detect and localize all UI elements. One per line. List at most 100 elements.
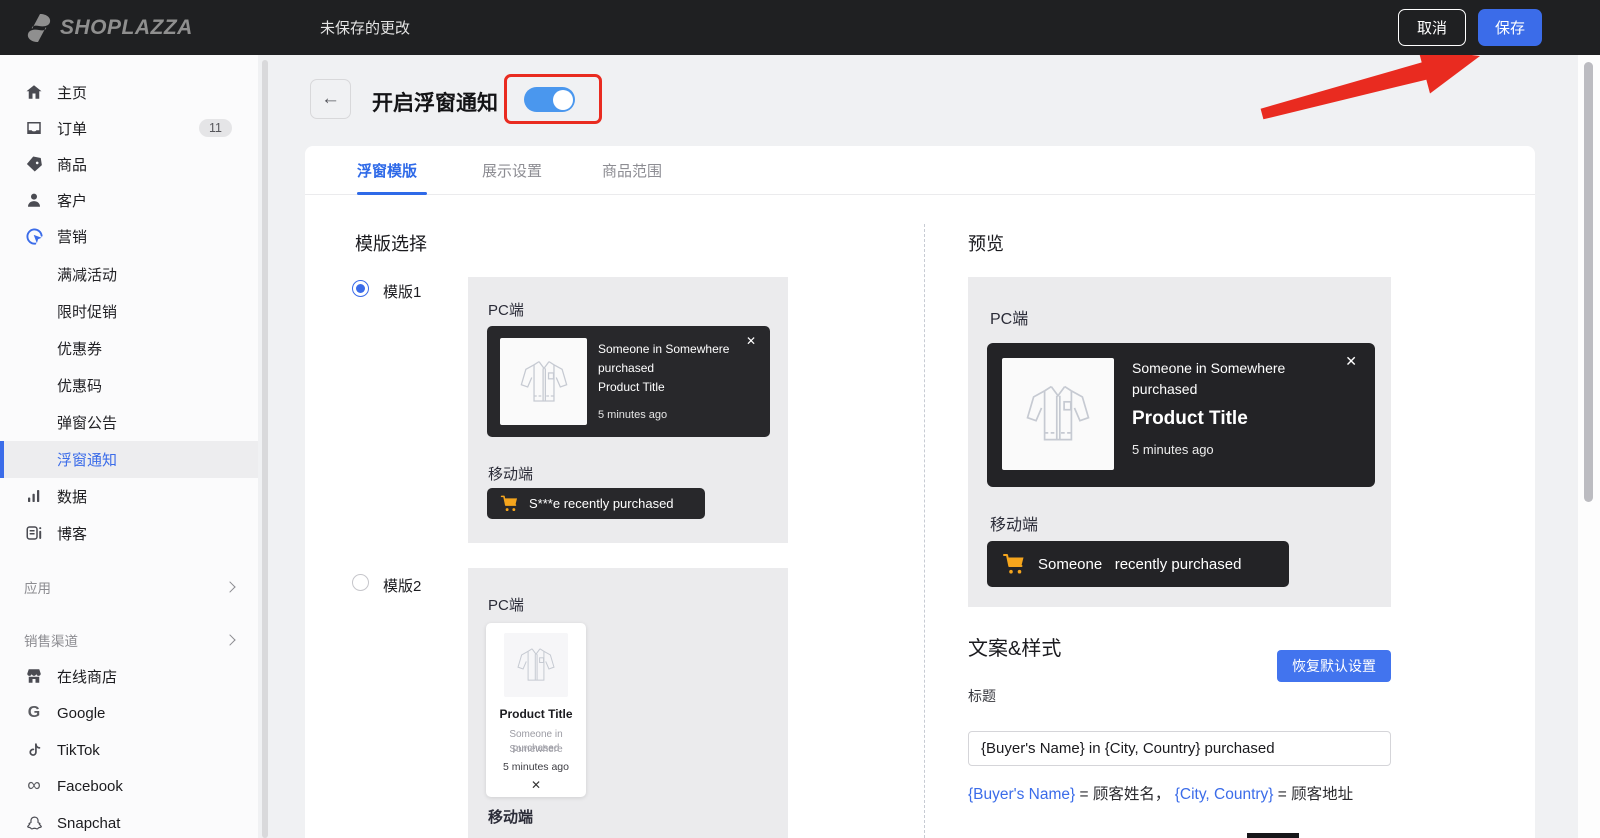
template1-mobile-text: S***e recently purchased bbox=[529, 496, 674, 511]
preview-mobile-text: Someone recently purchased bbox=[1038, 556, 1241, 573]
preview-mobile-bar: Someone recently purchased bbox=[987, 541, 1289, 587]
snapchat-icon bbox=[24, 813, 44, 833]
notif-time: 5 minutes ago bbox=[1132, 442, 1285, 457]
sidebar-item-home[interactable]: 主页 bbox=[0, 74, 258, 110]
column-divider bbox=[924, 224, 925, 838]
cart-icon bbox=[1002, 552, 1026, 576]
sidebar-item-online-store[interactable]: 在线商店 bbox=[0, 658, 258, 694]
sidebar-scrollbar[interactable] bbox=[262, 60, 268, 838]
tiktok-icon bbox=[24, 740, 44, 760]
radio-template-2[interactable] bbox=[352, 574, 369, 591]
text-color-swatch[interactable] bbox=[1247, 833, 1299, 838]
template2-pc-label: PC端 bbox=[488, 594, 524, 615]
notif-time: 5 minutes ago bbox=[598, 409, 667, 421]
sidebar-item-facebook[interactable]: ∞ Facebook bbox=[0, 768, 258, 804]
shirt-icon bbox=[515, 353, 573, 411]
main-content: ← 开启浮窗通知 浮窗模版 展示设置 商品范围 模版选择 模版1 PC端 bbox=[258, 55, 1600, 838]
sidebar-subitem-flash-sale[interactable]: 限时促销 bbox=[0, 293, 258, 330]
sidebar-subitem-discount-code[interactable]: 优惠码 bbox=[0, 367, 258, 404]
tab-display-settings[interactable]: 展示设置 bbox=[482, 160, 542, 181]
marketing-icon bbox=[24, 226, 44, 246]
shoplazza-logo-icon bbox=[26, 13, 52, 43]
notif-product: Product Title bbox=[486, 707, 586, 721]
notif-line1: Someone in Somewhere bbox=[1132, 358, 1285, 379]
sidebar-section-apps[interactable]: 应用 bbox=[0, 568, 258, 606]
sidebar-subitem-discount-campaign[interactable]: 满减活动 bbox=[0, 256, 258, 293]
preview-mobile-label: 移动端 bbox=[990, 511, 1038, 535]
sidebar-section-sales-channels[interactable]: 销售渠道 bbox=[0, 621, 258, 659]
preview-heading: 预览 bbox=[968, 230, 1004, 256]
template1-pc-card: Someone in Somewhere purchased Product T… bbox=[487, 326, 770, 437]
radio-template-1[interactable] bbox=[352, 280, 369, 297]
title-input[interactable] bbox=[968, 731, 1391, 766]
settings-card: 浮窗模版 展示设置 商品范围 模版选择 模版1 PC端 bbox=[305, 146, 1535, 838]
title-field-label: 标题 bbox=[968, 686, 996, 706]
page-scrollbar-thumb[interactable] bbox=[1584, 62, 1593, 502]
notif-line2: purchased bbox=[1132, 379, 1285, 400]
top-header: SHOPLAZZA 未保存的更改 取消 保存 bbox=[0, 0, 1600, 55]
tab-floating-template[interactable]: 浮窗模版 bbox=[357, 160, 417, 181]
meta-icon: ∞ bbox=[24, 776, 44, 796]
close-icon[interactable]: ✕ bbox=[1345, 353, 1357, 370]
template1-mobile-label: 移动端 bbox=[488, 463, 533, 484]
preview-pc-label: PC端 bbox=[990, 305, 1028, 329]
template-2-preview-panel: PC端 Product Title Someone in Somewhere p… bbox=[468, 568, 788, 838]
shirt-icon bbox=[1019, 375, 1097, 453]
person-icon bbox=[24, 190, 44, 210]
preview-pc-card: Someone in Somewhere purchased Product T… bbox=[987, 343, 1375, 487]
template2-mobile-label: 移动端 bbox=[488, 806, 533, 827]
storefront-icon bbox=[24, 666, 44, 686]
restore-defaults-button[interactable]: 恢复默认设置 bbox=[1277, 650, 1391, 682]
sidebar-item-analytics[interactable]: 数据 bbox=[0, 478, 258, 514]
annotation-red-box bbox=[504, 74, 602, 124]
sidebar-item-products[interactable]: 商品 bbox=[0, 146, 258, 182]
unsaved-changes-text: 未保存的更改 bbox=[320, 17, 410, 38]
radio-template-1-label[interactable]: 模版1 bbox=[383, 281, 421, 302]
notif-line3: Product Title bbox=[598, 378, 729, 397]
product-image-placeholder bbox=[1002, 358, 1114, 470]
sidebar-item-customers[interactable]: 客户 bbox=[0, 182, 258, 218]
tab-product-scope[interactable]: 商品范围 bbox=[602, 160, 662, 181]
home-icon bbox=[24, 82, 44, 102]
buyer-name-variable: {Buyer's Name} bbox=[968, 786, 1075, 803]
brand-name: SHOPLAZZA bbox=[60, 16, 193, 40]
cancel-button[interactable]: 取消 bbox=[1398, 9, 1466, 46]
close-icon[interactable]: ✕ bbox=[486, 778, 586, 792]
chevron-right-icon bbox=[224, 634, 235, 645]
page-title: 开启浮窗通知 bbox=[372, 87, 498, 117]
notif-line2: purchased bbox=[598, 359, 729, 378]
template-1-preview-panel: PC端 Someone in Somewhere purchased Produ… bbox=[468, 277, 788, 543]
bar-chart-icon bbox=[24, 486, 44, 506]
sidebar-item-orders[interactable]: 订单 11 bbox=[0, 110, 258, 146]
preview-panel: PC端 Someone in Somewhere purchased Produ… bbox=[968, 277, 1391, 607]
orders-count-badge: 11 bbox=[199, 119, 232, 137]
tab-bar: 浮窗模版 展示设置 商品范围 bbox=[305, 146, 1535, 195]
sidebar-subitem-popup-announcement[interactable]: 弹窗公告 bbox=[0, 404, 258, 441]
page-scrollbar-track[interactable] bbox=[1578, 55, 1600, 838]
radio-template-2-label[interactable]: 模版2 bbox=[383, 575, 421, 596]
back-button[interactable]: ← bbox=[310, 79, 351, 119]
sidebar-item-snapchat[interactable]: Snapchat bbox=[0, 805, 258, 838]
sidebar-subitem-floating-notification[interactable]: 浮窗通知 bbox=[0, 441, 258, 478]
sidebar-item-google[interactable]: G Google bbox=[0, 695, 258, 731]
tag-icon bbox=[24, 154, 44, 174]
blog-icon bbox=[24, 523, 44, 543]
notif-line2: purchased bbox=[486, 741, 586, 756]
notif-product: Product Title bbox=[1132, 408, 1285, 430]
google-icon: G bbox=[24, 703, 44, 723]
sidebar-item-blog[interactable]: 博客 bbox=[0, 515, 258, 551]
cart-icon bbox=[500, 494, 519, 513]
chevron-right-icon bbox=[224, 581, 235, 592]
sidebar-item-marketing[interactable]: 营销 bbox=[0, 218, 258, 254]
close-icon[interactable]: ✕ bbox=[746, 334, 756, 348]
save-button[interactable]: 保存 bbox=[1478, 9, 1542, 46]
active-tab-underline bbox=[357, 192, 427, 195]
sidebar-item-tiktok[interactable]: TikTok bbox=[0, 732, 258, 768]
sidebar-subitem-coupon[interactable]: 优惠券 bbox=[0, 330, 258, 367]
template1-mobile-bar: S***e recently purchased bbox=[487, 488, 705, 519]
template1-pc-label: PC端 bbox=[488, 299, 524, 320]
notif-time: 5 minutes ago bbox=[486, 761, 586, 773]
product-image-placeholder bbox=[500, 338, 587, 425]
template2-pc-card: Product Title Someone in Somewhere purch… bbox=[486, 623, 586, 797]
shoplazza-logo: SHOPLAZZA bbox=[26, 13, 193, 43]
